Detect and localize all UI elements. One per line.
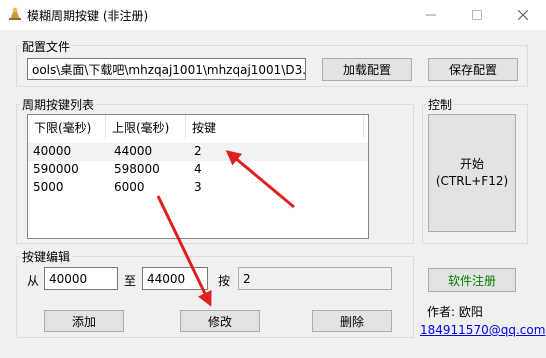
editor-group-label: 按键编辑	[20, 248, 73, 265]
column-header-low[interactable]: 下限(毫秒)	[28, 115, 106, 139]
modify-button[interactable]: 修改	[180, 310, 260, 332]
load-config-button[interactable]: 加载配置	[322, 58, 412, 81]
register-button[interactable]: 软件注册	[428, 268, 516, 292]
table-row[interactable]: 5000 6000 3	[28, 179, 368, 197]
cell-key: 4	[194, 162, 202, 176]
close-icon	[518, 10, 528, 20]
column-header-key[interactable]: 按键	[186, 115, 364, 139]
add-button[interactable]: 添加	[44, 310, 124, 332]
config-group-label: 配置文件	[20, 38, 73, 55]
app-icon	[7, 6, 23, 22]
table-row[interactable]: 590000 598000 4	[28, 161, 368, 179]
maximize-button[interactable]	[454, 0, 500, 30]
minimize-icon	[426, 14, 436, 16]
delete-button[interactable]: 删除	[312, 310, 392, 332]
start-button[interactable]: 开始 (CTRL+F12)	[428, 114, 516, 232]
to-label: 至	[124, 274, 137, 288]
cell-low: 5000	[33, 180, 64, 194]
list-group-label: 周期按键列表	[20, 96, 97, 113]
cell-key: 2	[194, 144, 202, 158]
control-group-label: 控制	[426, 96, 455, 113]
config-path-field[interactable]: ools\桌面\下载吧\mhzqaj1001\mhzqaj1001\D3.ini	[27, 58, 306, 80]
window-title: 模糊周期按键 (非注册)	[27, 9, 149, 23]
cell-low: 590000	[33, 162, 79, 176]
from-label: 从	[27, 274, 40, 288]
key-label: 按	[218, 274, 231, 288]
cell-high: 44000	[114, 144, 153, 158]
cell-high: 6000	[114, 180, 145, 194]
to-input[interactable]: 44000	[142, 267, 208, 290]
minimize-button[interactable]	[408, 0, 454, 30]
column-header-high[interactable]: 上限(毫秒)	[106, 115, 186, 139]
key-list[interactable]: 下限(毫秒) 上限(毫秒) 按键 40000 44000 2 590000 59…	[27, 114, 369, 239]
save-config-button[interactable]: 保存配置	[428, 58, 518, 81]
cell-low: 40000	[33, 144, 72, 158]
author-label: 作者: 欧阳	[427, 305, 483, 319]
start-label: 开始	[459, 157, 484, 171]
key-input[interactable]: 2	[238, 267, 392, 290]
maximize-icon	[472, 10, 482, 20]
table-row[interactable]: 40000 44000 2	[28, 143, 368, 161]
cell-high: 598000	[114, 162, 160, 176]
close-button[interactable]	[500, 0, 546, 30]
from-input[interactable]: 40000	[44, 267, 118, 290]
start-hotkey-label: (CTRL+F12)	[435, 174, 509, 188]
contact-link[interactable]: 184911570@qq.com	[420, 323, 545, 337]
cell-key: 3	[194, 180, 202, 194]
